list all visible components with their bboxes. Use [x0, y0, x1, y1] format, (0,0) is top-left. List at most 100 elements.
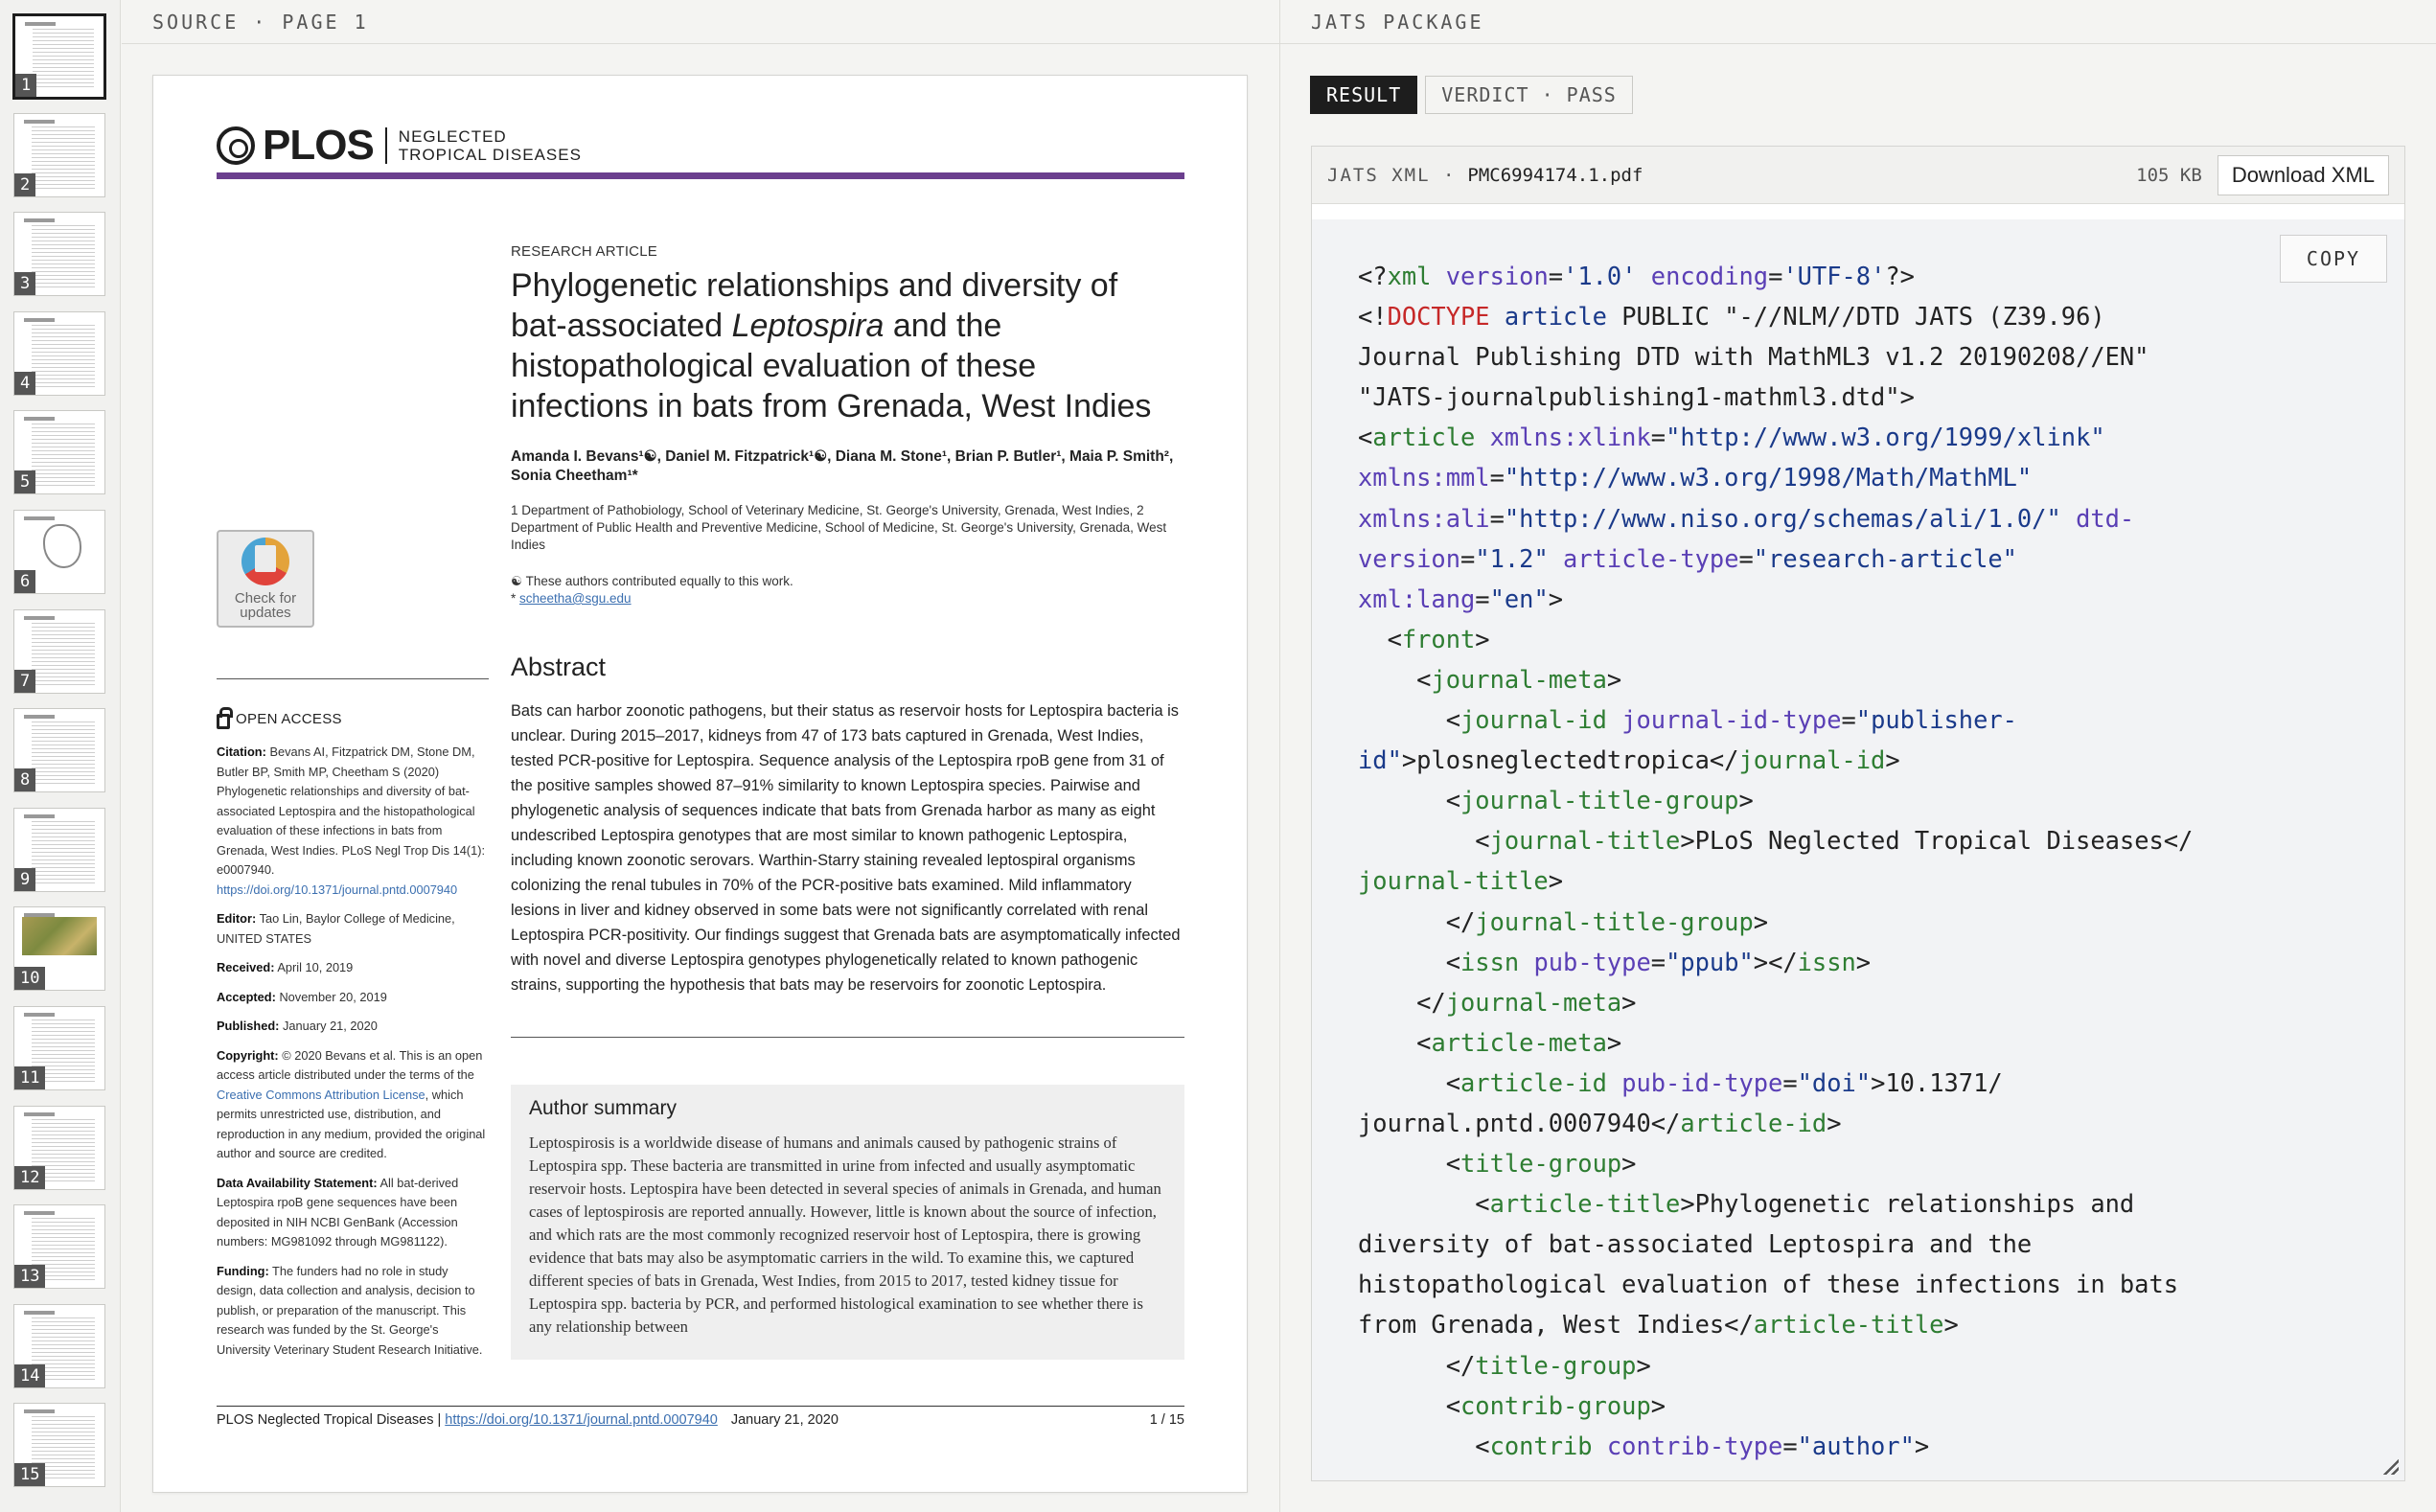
thumbnail-page-number: 8: [14, 768, 36, 792]
check-for-updates-badge[interactable]: Check for updates: [217, 530, 314, 628]
code-token: >: [1475, 624, 1490, 653]
code-token: >: [1885, 745, 1900, 775]
code-token: article-title: [1753, 1310, 1944, 1340]
received-date: Received: April 10, 2019: [217, 958, 491, 978]
page-thumbnail[interactable]: 9: [13, 807, 105, 892]
page-thumbnail[interactable]: 1: [12, 13, 106, 100]
code-token: >PLoS Neglected Tropical Diseases</: [1680, 826, 2194, 856]
code-token: =: [1548, 262, 1564, 290]
download-xml-button[interactable]: Download XML: [2217, 154, 2389, 195]
page-thumbnail[interactable]: 8: [13, 708, 105, 793]
code-line: <article-meta>: [1358, 1022, 2268, 1063]
code-token: xml: [1387, 262, 1432, 290]
code-token: >: [1606, 664, 1622, 694]
code-token: >: [1548, 584, 1564, 613]
code-token: >Phylogenetic relationships and: [1680, 1189, 2135, 1219]
published-label: Published:: [217, 1019, 280, 1033]
code-line: "JATS-journalpublishing1-mathml3.dtd">: [1358, 377, 2268, 417]
xml-code-viewer[interactable]: <?xml version='1.0' encoding='UTF-8'?> <!…: [1312, 219, 2404, 1480]
code-token: =: [1782, 1067, 1798, 1097]
code-line: <issn pub-type="ppub"></issn>: [1358, 942, 2268, 982]
copy-button[interactable]: COPY: [2280, 235, 2387, 283]
page-thumbnail[interactable]: 14: [13, 1303, 105, 1388]
code-token: issn: [1460, 947, 1520, 976]
code-token: version: [1445, 262, 1549, 290]
resize-handle-icon[interactable]: [2383, 1459, 2399, 1475]
code-token: id": [1358, 745, 1402, 775]
thumbnail-page-number: 6: [14, 570, 36, 593]
affiliations: 1 Department of Pathobiology, School of …: [511, 503, 1167, 552]
page-thumbnail[interactable]: 3: [13, 212, 105, 297]
code-token: "publisher-: [1855, 705, 2017, 735]
code-token: article-id: [1680, 1108, 1827, 1137]
code-token: encoding: [1650, 262, 1769, 290]
code-line: <!DOCTYPE article PUBLIC "-//NLM//DTD JA…: [1358, 296, 2268, 336]
code-token: pub-type: [1533, 947, 1651, 976]
tab-result[interactable]: RESULT: [1310, 76, 1418, 114]
page-thumbnail[interactable]: 2: [13, 112, 105, 197]
panel-divider[interactable]: [1279, 0, 1280, 1512]
page-thumbnail[interactable]: 5: [13, 410, 105, 495]
page-thumbnail[interactable]: 13: [13, 1204, 105, 1290]
code-token: title-group: [1460, 1149, 1622, 1179]
corresponding-email: * scheetha@sgu.edu: [511, 591, 632, 606]
code-token: title-group: [1475, 1350, 1637, 1380]
citation-doi-link[interactable]: https://doi.org/10.1371/journal.pntd.000…: [217, 882, 457, 897]
code-token: <: [1358, 1390, 1461, 1420]
logo-journal-line2: TROPICAL DISEASES: [398, 146, 582, 164]
code-token: "author": [1797, 1431, 1915, 1460]
citation-text: Bevans AI, Fitzpatrick DM, Stone DM, But…: [217, 745, 486, 877]
page-thumbnail[interactable]: 12: [13, 1105, 105, 1190]
code-token: <: [1358, 624, 1402, 653]
thumbnail-page-number: 9: [14, 867, 36, 891]
code-token: contrib-type: [1606, 1431, 1783, 1460]
code-line: <contrib-group>: [1358, 1386, 2268, 1426]
page-thumbnail[interactable]: 11: [13, 1006, 105, 1090]
copyright-label: Copyright:: [217, 1047, 279, 1063]
page-thumbnail[interactable]: 15: [13, 1403, 105, 1488]
code-line: id">plosneglectedtropica</journal-id>: [1358, 740, 2268, 780]
thumbnail-preview: [22, 917, 97, 956]
page-thumbnail[interactable]: 10: [13, 906, 105, 992]
footer-page-number: 1 / 15: [1149, 1412, 1184, 1428]
page-thumbnail[interactable]: 7: [13, 608, 105, 694]
code-token: article: [1372, 423, 1476, 452]
code-token: </: [1358, 906, 1476, 936]
header-rule: [217, 172, 1184, 179]
code-token: "doi": [1797, 1067, 1872, 1097]
thumbnail-page-number: 13: [14, 1265, 46, 1289]
license-link[interactable]: Creative Commons Attribution License: [217, 1088, 425, 1102]
thumbnail-preview: [32, 321, 95, 387]
code-token: =: [1782, 1431, 1798, 1460]
code-token: <: [1358, 786, 1461, 815]
editor-label: Editor:: [217, 911, 257, 926]
code-line: <front>: [1358, 619, 2268, 659]
author-list: Amanda I. Bevans¹☯, Daniel M. Fitzpatric…: [511, 448, 1174, 484]
tab-verdict[interactable]: VERDICT · PASS: [1425, 76, 1633, 114]
code-token: "http://www.w3.org/1998/Math/MathML": [1504, 463, 2033, 493]
email-link[interactable]: scheetha@sgu.edu: [519, 591, 632, 606]
page-thumbnail[interactable]: 6: [13, 510, 105, 594]
thumbnail-preview: [32, 222, 95, 288]
logo-text: PLOS: [263, 122, 375, 169]
footer-doi-link[interactable]: https://doi.org/10.1371/journal.pntd.000…: [445, 1412, 718, 1428]
code-line: <journal-id journal-id-type="publisher-: [1358, 699, 2268, 740]
code-token: xmlns:ali: [1358, 503, 1490, 533]
code-token: journal-meta: [1431, 664, 1607, 694]
page-thumbnail[interactable]: 4: [13, 310, 105, 396]
code-line: journal.pntd.0007940</article-id>: [1358, 1103, 2268, 1143]
citation: Citation: Bevans AI, Fitzpatrick DM, Sto…: [217, 743, 491, 900]
page-thumbnail-rail: 1 2 3 4 5 6 7 8 9 10 11 12 13 14 15: [0, 0, 121, 1512]
code-token: >: [1753, 906, 1769, 936]
thumbnail-page-number: 4: [14, 371, 36, 395]
code-token: >10.1371/: [1871, 1067, 2003, 1097]
code-token: <: [1358, 1189, 1490, 1219]
source-panel-header: SOURCE · PAGE 1: [122, 0, 1279, 44]
thumbnail-preview: [32, 421, 95, 487]
code-token: >: [1827, 1108, 1842, 1137]
